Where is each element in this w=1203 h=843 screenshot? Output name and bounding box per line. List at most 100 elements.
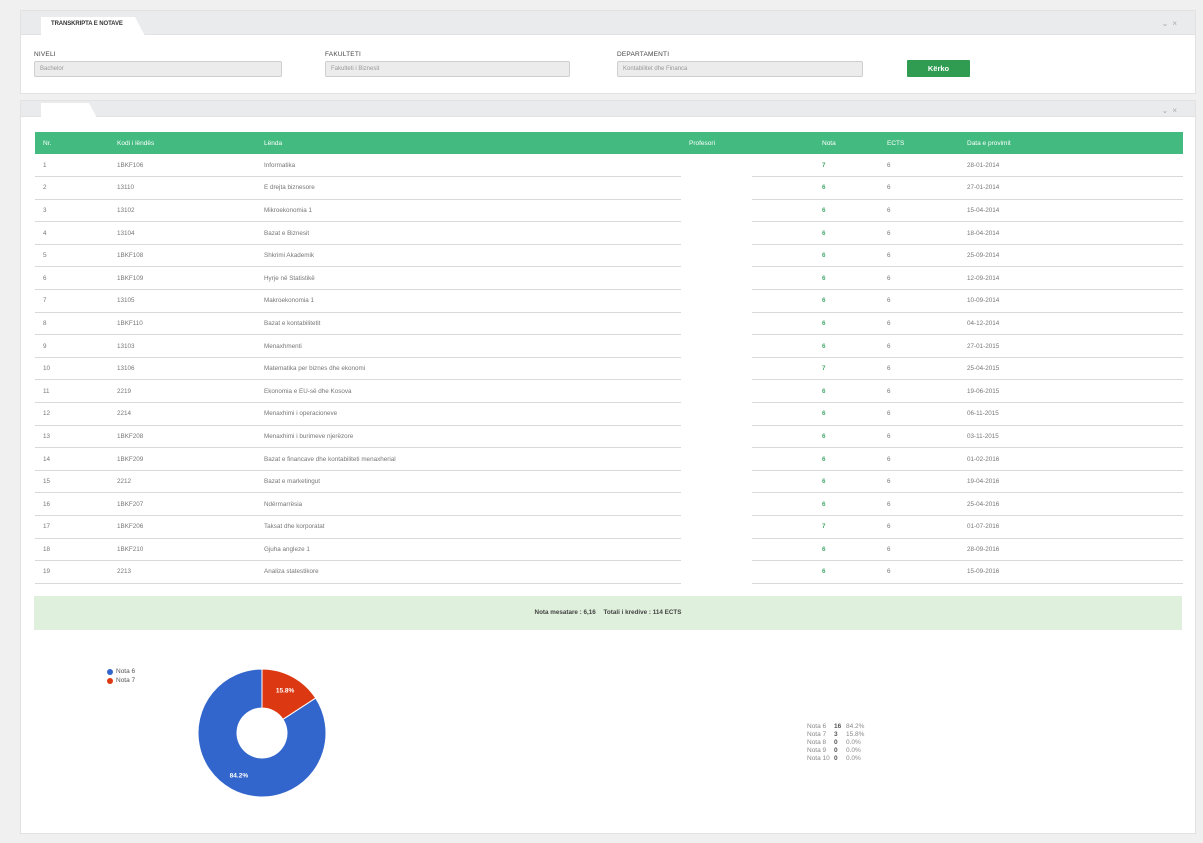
- cell-nota: 6: [752, 560, 847, 584]
- cell-ects: 6: [847, 334, 925, 358]
- close-icon[interactable]: ×: [1172, 106, 1181, 115]
- donut-slice-label: 84.2%: [230, 773, 249, 780]
- cell-kodi: 2214: [109, 402, 256, 426]
- table-row[interactable]: 13 1BKF208 Menaxhimi i burimeve njerëzore 6…: [35, 425, 1183, 449]
- table-row[interactable]: 9 13103 Menaxhmenti 6 6 27-01-2015: [35, 334, 1183, 358]
- table-row[interactable]: 4 13104 Bazat e Biznesit 6 6 18-04-2014: [35, 221, 1183, 245]
- cell-profesori: [681, 154, 752, 177]
- cell-data: 25-09-2014: [925, 244, 1183, 268]
- collapse-icon[interactable]: ⌄: [1162, 106, 1173, 115]
- table-row[interactable]: 10 13106 Matematika per biznes dhe ekonomi…: [35, 357, 1183, 381]
- cell-kodi: 2213: [109, 560, 256, 584]
- cell-data: 12-09-2014: [925, 266, 1183, 291]
- grade-stat-pct: 15.8%: [846, 731, 865, 738]
- cell-data: 03-11-2015: [925, 425, 1183, 449]
- cell-lenda: Menaxhimi i burimeve njerëzore: [256, 425, 681, 449]
- average-grade: Nota mesatare : 6,16: [534, 609, 596, 616]
- table-row[interactable]: 7 13105 Makroekonomia 1 6 6 10-09-2014: [35, 289, 1183, 313]
- cell-nr: 10: [35, 357, 109, 381]
- cell-data: 01-07-2016: [925, 515, 1183, 539]
- cell-lenda: Ndërmarrësia: [256, 492, 681, 516]
- collapse-icon[interactable]: ⌄: [1162, 19, 1173, 28]
- cell-ects: 6: [847, 560, 925, 584]
- grade-stat-name: Nota 7: [807, 731, 827, 738]
- col-header-ects[interactable]: ECTS: [847, 132, 925, 154]
- col-header-lenda[interactable]: Lënda: [256, 132, 681, 154]
- cell-data: 25-04-2015: [925, 357, 1183, 381]
- table-row[interactable]: 2 13110 E drejta biznesore 6 6 27-01-2014: [35, 176, 1183, 200]
- cell-data: 15-04-2014: [925, 199, 1183, 223]
- cell-data: 19-04-2016: [925, 470, 1183, 494]
- cell-lenda: Mikroekonomia 1: [256, 199, 681, 223]
- cell-profesori: [681, 244, 752, 267]
- table-row[interactable]: 12 2214 Menaxhimi i operacioneve 6 6 06-11-20…: [35, 402, 1183, 426]
- search-button[interactable]: Kërko: [907, 60, 970, 77]
- table-row[interactable]: 11 2219 Ekonomia e EU-së dhe Kosova 6 6 19-06…: [35, 379, 1183, 404]
- table-row[interactable]: 3 13102 Mikroekonomia 1 6 6 15-04-2014: [35, 199, 1183, 223]
- cell-ects: 6: [847, 221, 925, 245]
- cell-profesori: [681, 561, 752, 584]
- table-row[interactable]: 1 1BKF106 Informatika 7 6 28-01-2014: [35, 154, 1183, 178]
- cell-nr: 9: [35, 334, 109, 358]
- cell-lenda: Gjuha angleze 1: [256, 538, 681, 562]
- table-row[interactable]: 19 2213 Analiza statestikore 6 6 15-09-2016: [35, 560, 1183, 584]
- col-header-nr[interactable]: Nr.: [35, 132, 109, 154]
- table-row[interactable]: 6 1BKF109 Hyrje në Statistikë 6 6 12-09-2014: [35, 266, 1183, 291]
- cell-nr: 8: [35, 312, 109, 336]
- table-row[interactable]: 17 1BKF206 Taksat dhe korporatat 7 6 01-07-20…: [35, 515, 1183, 539]
- table-row[interactable]: 16 1BKF207 Ndërmarrësia 6 6 25-04-2016: [35, 492, 1183, 516]
- cell-profesori: [681, 493, 752, 516]
- col-header-kodi[interactable]: Kodi i lëndës: [109, 132, 256, 154]
- close-icon[interactable]: ×: [1172, 19, 1181, 28]
- cell-ects: 6: [847, 470, 925, 494]
- cell-data: 10-09-2014: [925, 289, 1183, 313]
- col-header-nota[interactable]: Nota: [752, 132, 847, 154]
- cell-nr: 13: [35, 425, 109, 449]
- cell-nr: 17: [35, 515, 109, 539]
- table-row[interactable]: 18 1BKF210 Gjuha angleze 1 6 6 28-09-2016: [35, 538, 1183, 562]
- cell-ects: 6: [847, 312, 925, 336]
- grade-stat-count: 0: [834, 747, 838, 754]
- cell-nota: 7: [752, 515, 847, 539]
- grade-stat-name: Nota 10: [807, 755, 830, 762]
- cell-lenda: Hyrje në Statistikë: [256, 266, 681, 291]
- niveli-input[interactable]: Bachelor: [34, 61, 282, 77]
- table-row[interactable]: 14 1BKF209 Bazat e financave dhe kontabili…: [35, 447, 1183, 471]
- cell-profesori: [681, 267, 752, 290]
- grade-stat-row: Nota 8 0 0.0%: [807, 739, 864, 747]
- grade-stat-row: Nota 10 0 0.0%: [807, 755, 864, 763]
- cell-ects: 6: [847, 266, 925, 291]
- cell-lenda: Shkrimi Akademik: [256, 244, 681, 268]
- table-row[interactable]: 15 2212 Bazat e marketingut 6 6 19-04-2016: [35, 470, 1183, 494]
- cell-nota: 6: [752, 379, 847, 404]
- cell-kodi: 13105: [109, 289, 256, 313]
- cell-nr: 15: [35, 470, 109, 494]
- table-row[interactable]: 5 1BKF108 Shkrimi Akademik 6 6 25-09-2014: [35, 244, 1183, 268]
- fakulteti-input[interactable]: Fakulteti i Biznesit: [325, 61, 570, 77]
- legend-item-nota7[interactable]: Nota 7: [107, 676, 135, 685]
- grades-table: Nr. Kodi i lëndës Lënda Profesori Nota E…: [35, 132, 1183, 584]
- fakulteti-field: FAKULTETI Fakulteti i Biznesit: [325, 51, 570, 77]
- legend-item-nota6[interactable]: Nota 6: [107, 667, 135, 676]
- cell-kodi: 1BKF209: [109, 447, 256, 471]
- cell-profesori: [681, 403, 752, 426]
- table-row[interactable]: 8 1BKF110 Bazat e kontabilitetit 6 6 04-12-20…: [35, 312, 1183, 336]
- cell-data: 01-02-2016: [925, 447, 1183, 471]
- cell-nota: 6: [752, 447, 847, 471]
- grade-stat-count: 16: [834, 723, 842, 730]
- cell-ects: 6: [847, 357, 925, 381]
- tab-transcript[interactable]: TRANSKRIPTA E NOTAVE: [41, 17, 145, 36]
- departamenti-input[interactable]: Kontabilitet dhe Financa: [617, 61, 863, 77]
- grade-stat-pct: 0.0%: [846, 747, 861, 754]
- col-header-data[interactable]: Data e provimit: [925, 132, 1183, 154]
- cell-lenda: Bazat e kontabilitetit: [256, 312, 681, 336]
- cell-data: 15-09-2016: [925, 560, 1183, 584]
- cell-nota: 6: [752, 199, 847, 223]
- legend-swatch: [107, 677, 113, 684]
- col-header-profesori[interactable]: Profesori: [681, 132, 752, 154]
- cell-profesori: [681, 222, 752, 245]
- donut-slice-label: 15.8%: [276, 687, 295, 694]
- cell-nr: 14: [35, 447, 109, 471]
- cell-data: 25-04-2016: [925, 492, 1183, 516]
- tab-results[interactable]: [41, 103, 99, 122]
